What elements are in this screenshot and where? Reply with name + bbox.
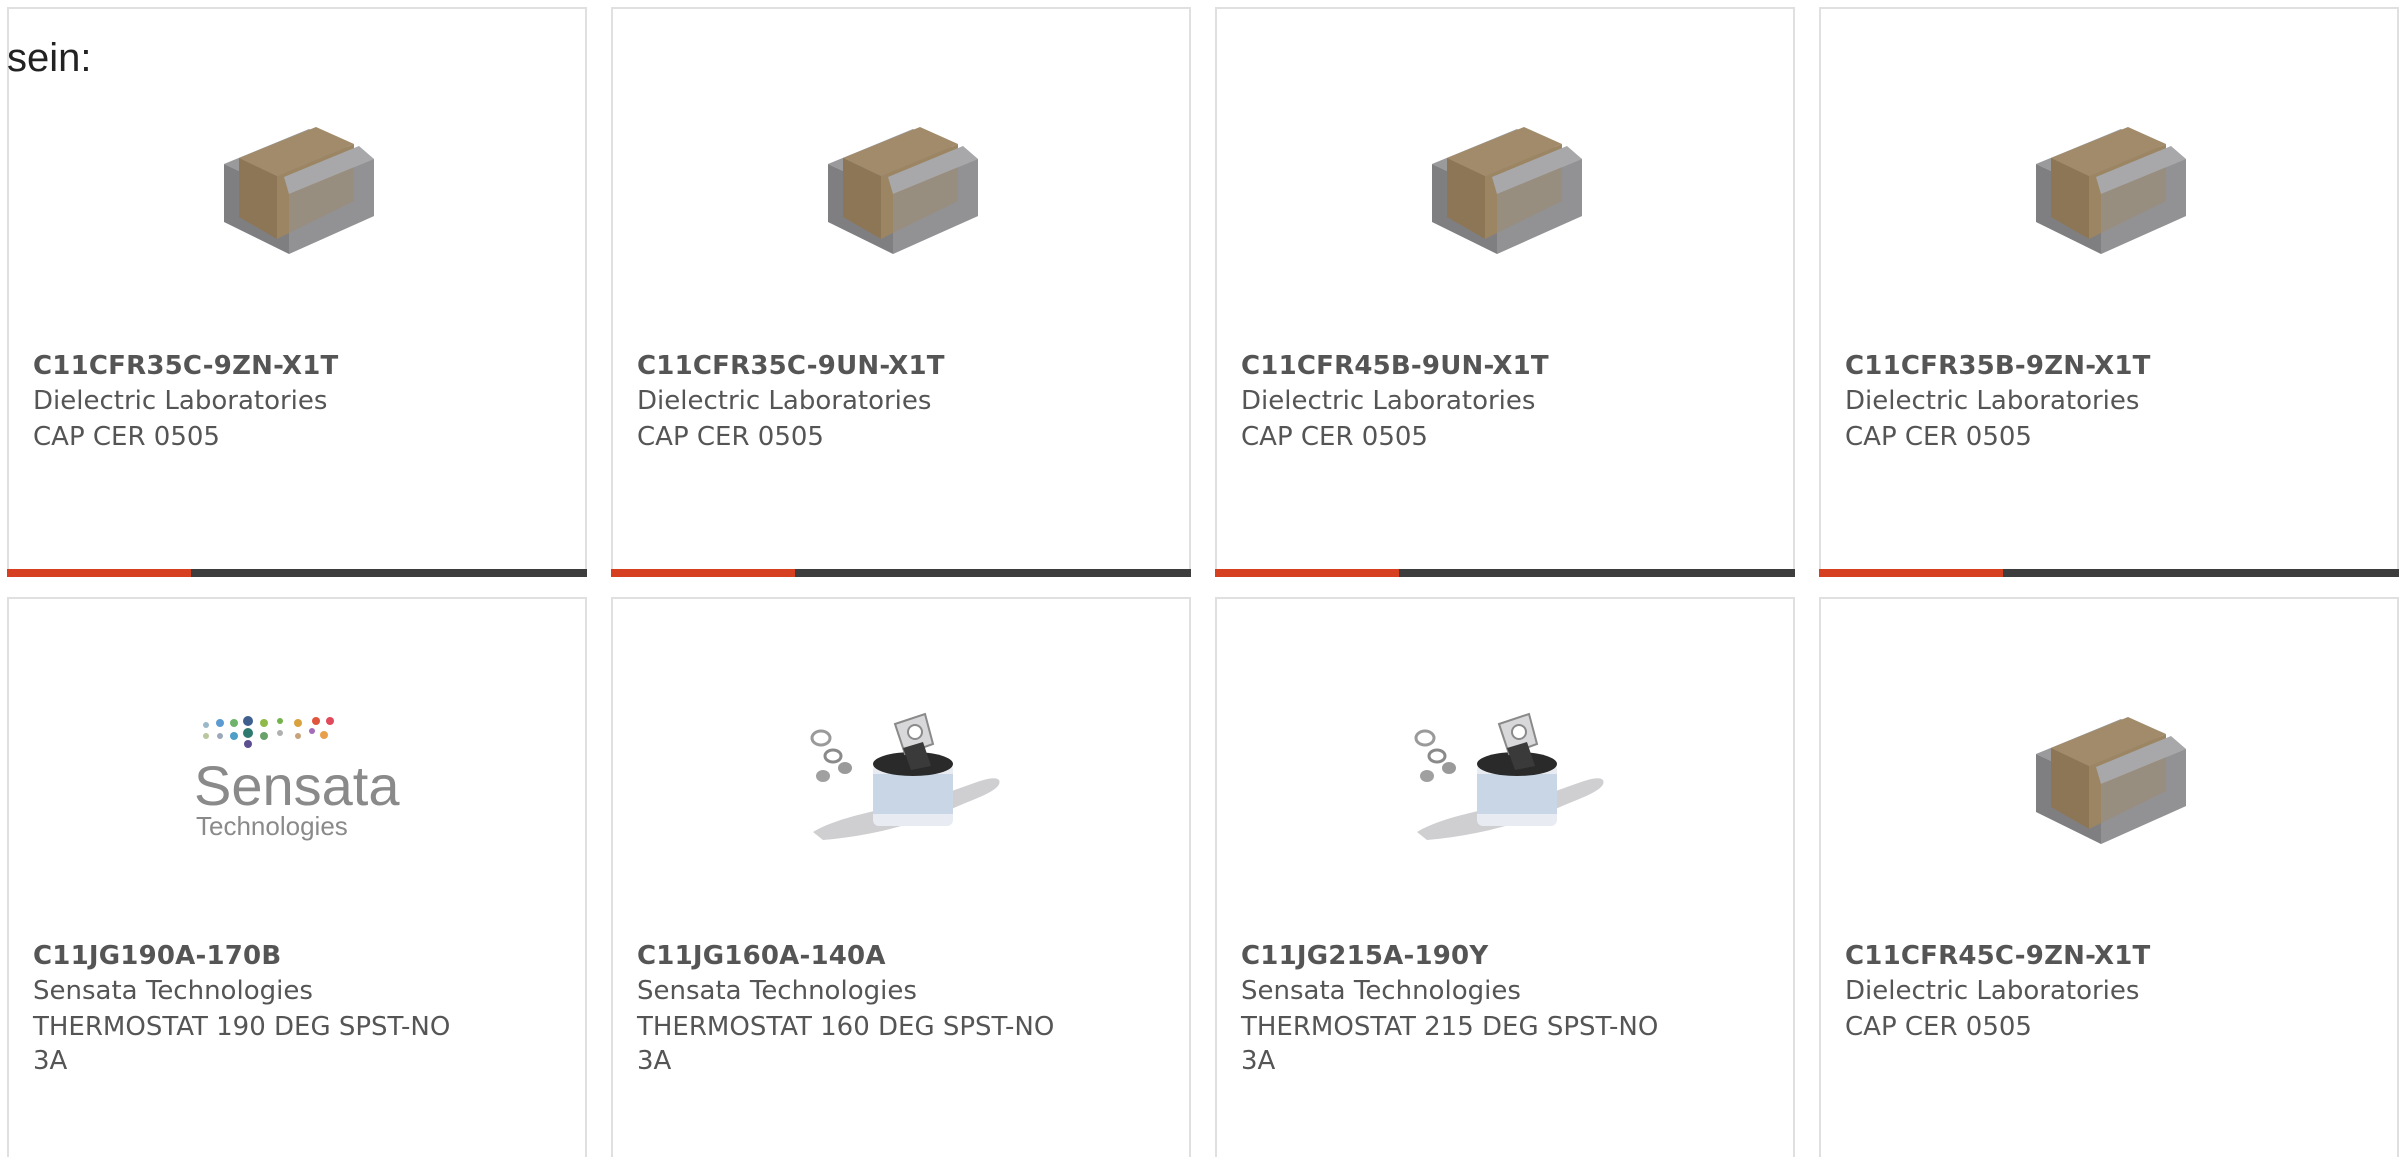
product-card[interactable]: C11JG160A-140A Sensata Technologies THER… [611,597,1191,1157]
part-number[interactable]: C11JG190A-170B [33,941,281,971]
sensata-logo-image[interactable]: Sensata Technologies [189,674,409,884]
ceramic-capacitor-image[interactable] [2001,674,2221,884]
product-card[interactable]: C11JG215A-190Y Sensata Technologies THER… [1215,597,1795,1157]
ceramic-capacitor-image[interactable] [1397,84,1617,294]
product-card[interactable]: C11CFR35B-9ZN-X1T Dielectric Laboratorie… [1819,7,2399,577]
logo-dots [203,716,334,748]
manufacturer-name: Sensata Technologies [637,976,917,1006]
intro-text: sein: [7,36,92,80]
card-accent-bar [1215,569,1795,577]
product-description: THERMOSTAT 215 DEG SPST-NO 3A [1241,1012,1659,1076]
product-description: CAP CER 0505 [637,422,824,452]
product-card[interactable]: C11CFR45B-9UN-X1T Dielectric Laboratorie… [1215,7,1795,577]
card-accent-bar [1819,569,2399,577]
ceramic-capacitor-image[interactable] [2001,84,2221,294]
ceramic-capacitor-image[interactable] [189,84,409,294]
manufacturer-name: Dielectric Laboratories [637,386,932,416]
part-number[interactable]: C11JG160A-140A [637,941,886,971]
product-description: CAP CER 0505 [1845,1012,2032,1042]
card-accent-bar [7,569,587,577]
manufacturer-name: Dielectric Laboratories [1845,386,2140,416]
manufacturer-name: Sensata Technologies [1241,976,1521,1006]
logo-subtext: Technologies [196,811,348,841]
part-number[interactable]: C11CFR45B-9UN-X1T [1241,351,1549,381]
product-description: CAP CER 0505 [33,422,220,452]
logo-wordmark: Sensata [194,754,400,817]
product-description: CAP CER 0505 [1845,422,2032,452]
product-card[interactable]: C11CFR35C-9UN-X1T Dielectric Laboratorie… [611,7,1191,577]
thermostat-image[interactable] [793,674,1013,884]
product-card[interactable]: C11CFR45C-9ZN-X1T Dielectric Laboratorie… [1819,597,2399,1157]
manufacturer-name: Dielectric Laboratories [1241,386,1536,416]
product-description: THERMOSTAT 190 DEG SPST-NO 3A [33,1012,451,1076]
part-number[interactable]: C11JG215A-190Y [1241,941,1488,971]
manufacturer-name: Dielectric Laboratories [33,386,328,416]
product-description: CAP CER 0505 [1241,422,1428,452]
thermostat-image[interactable] [1397,674,1617,884]
product-description: THERMOSTAT 160 DEG SPST-NO 3A [637,1012,1055,1076]
part-number[interactable]: C11CFR35B-9ZN-X1T [1845,351,2151,381]
card-accent-bar [611,569,1191,577]
part-number[interactable]: C11CFR45C-9ZN-X1T [1845,941,2150,971]
ceramic-capacitor-image[interactable] [793,84,1013,294]
manufacturer-name: Sensata Technologies [33,976,313,1006]
product-card[interactable]: C11CFR35C-9ZN-X1T Dielectric Laboratorie… [7,7,587,577]
part-number[interactable]: C11CFR35C-9ZN-X1T [33,351,338,381]
product-card[interactable]: Sensata Technologies C11JG190A-170B Sens… [7,597,587,1157]
manufacturer-name: Dielectric Laboratories [1845,976,2140,1006]
part-number[interactable]: C11CFR35C-9UN-X1T [637,351,945,381]
